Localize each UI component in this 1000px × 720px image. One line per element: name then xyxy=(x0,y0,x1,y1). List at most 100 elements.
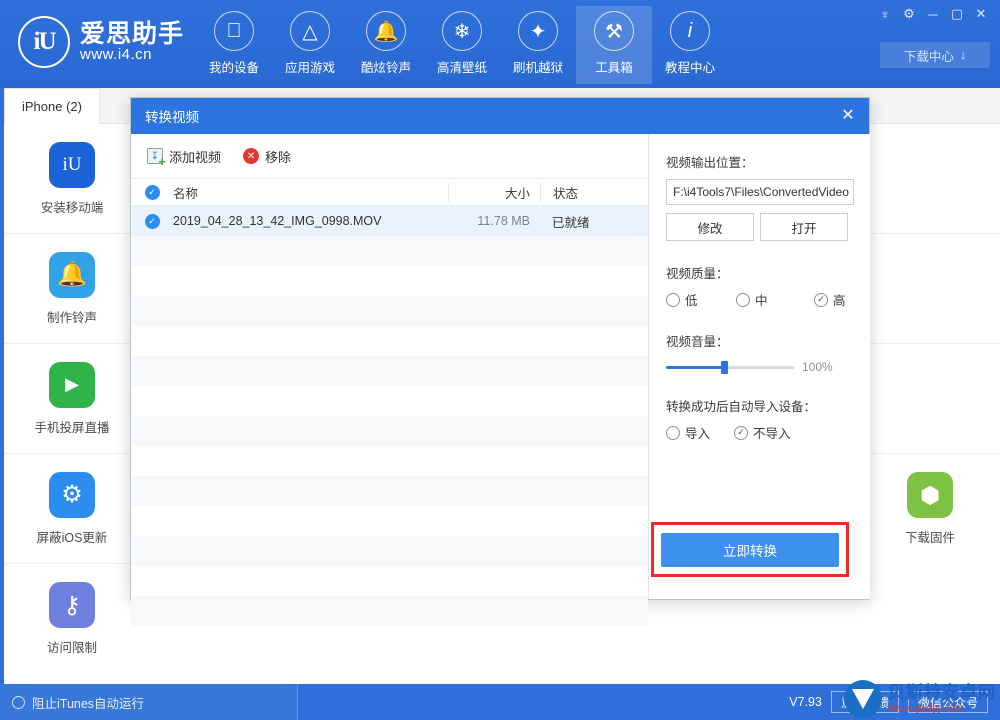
toolbox-right-column: ⬢ 下载固件 xyxy=(860,124,1000,684)
nav-item-ringtones[interactable]: 🔔 酷炫铃声 xyxy=(348,6,424,84)
tool-label: 下载固件 xyxy=(904,531,955,545)
ringtone-bell-icon: 🔔 xyxy=(49,251,95,298)
watermark-shape xyxy=(852,689,874,709)
nav-label: 酷炫铃声 xyxy=(360,61,411,75)
conversion-settings-panel: 视频输出位置： F:\i4Tools7\Files\ConvertedVideo… xyxy=(650,134,870,599)
column-header-size[interactable]: 大小 xyxy=(448,182,540,202)
tool-install-mobile[interactable]: iU 安装移动端 xyxy=(4,124,140,234)
video-quality-radios: 低 中 ✓ 高 xyxy=(666,290,854,309)
quality-option-high[interactable]: ✓ 高 xyxy=(814,290,846,309)
auto-import-option-no[interactable]: ✓ 不导入 xyxy=(734,423,791,442)
logo-name: 爱思助手 xyxy=(80,20,185,48)
logo-mark-icon: iU xyxy=(18,16,70,68)
checkmark-icon: ✓ xyxy=(144,184,160,200)
nav-item-toolbox[interactable]: ⚒ 工具箱 xyxy=(576,6,652,84)
list-empty-row xyxy=(131,446,648,476)
toolbox-left-column: iU 安装移动端 🔔 制作铃声 ▶ 手机投屏直播 ⚙ 屏蔽iOS更新 ⚷ 访问限… xyxy=(4,124,140,684)
radio-unchecked-icon xyxy=(12,695,25,709)
tool-label: 访问限制 xyxy=(46,641,97,655)
nav-label: 工具箱 xyxy=(595,61,633,75)
add-video-button[interactable]: ↧ 添加视频 xyxy=(147,147,222,168)
info-icon: i xyxy=(670,11,710,51)
nav-label: 高清壁纸 xyxy=(436,61,487,75)
firmware-box-icon: ⬢ xyxy=(907,472,953,518)
list-empty-row xyxy=(131,476,648,506)
tool-download-firmware[interactable]: ⬢ 下载固件 xyxy=(860,454,1000,564)
nav-item-wallpapers[interactable]: ❄ 高清壁纸 xyxy=(424,6,500,84)
app-header: iU 爱思助手 www.i4.cn  我的设备 △ 应用游戏 🔔 酷炫铃声 ❄… xyxy=(0,0,1000,88)
watermark-url: www.zjbstyy.com xyxy=(888,702,964,714)
auto-import-option-yes[interactable]: 导入 xyxy=(666,423,734,442)
tool-label: 手机投屏直播 xyxy=(34,420,110,435)
modify-path-button[interactable]: 修改 xyxy=(666,213,754,241)
list-empty-row xyxy=(131,536,648,566)
list-empty-row xyxy=(131,326,648,356)
list-empty-row xyxy=(131,266,648,296)
remove-label: 移除 xyxy=(265,149,292,165)
column-header-name[interactable]: 名称 xyxy=(173,183,448,202)
block-ios-update-icon: ⚙ xyxy=(49,471,95,518)
video-volume-label: 视频音量： xyxy=(666,335,729,349)
nav-item-my-device[interactable]:  我的设备 xyxy=(196,6,272,84)
nav-item-apps-games[interactable]: △ 应用游戏 xyxy=(272,6,348,84)
app-window: iU 爱思助手 www.i4.cn  我的设备 △ 应用游戏 🔔 酷炫铃声 ❄… xyxy=(0,0,1000,720)
row-checkbox[interactable]: ✓ xyxy=(131,213,173,229)
output-path-input[interactable]: F:\i4Tools7\Files\ConvertedVideo xyxy=(666,179,854,205)
radio-unchecked-icon xyxy=(666,292,680,307)
dialog-titlebar: 转换视频 ✕ xyxy=(131,98,869,134)
convert-video-dialog: 转换视频 ✕ ↧ 添加视频 ✕ 移除 ✓ xyxy=(130,97,870,626)
skin-icon[interactable]: ♆ xyxy=(874,4,896,24)
row-status: 已就绪 xyxy=(552,215,590,230)
tool-label: 屏蔽iOS更新 xyxy=(36,530,108,545)
table-row[interactable]: ✓ 2019_04_28_13_42_IMG_0998.MOV 11.78 MB… xyxy=(131,206,648,236)
nav-item-tutorials[interactable]: i 教程中心 xyxy=(652,6,728,84)
convert-now-button[interactable]: 立即转换 xyxy=(661,532,839,567)
add-video-label: 添加视频 xyxy=(169,149,222,165)
tool-make-ringtone[interactable]: 🔔 制作铃声 xyxy=(4,234,140,344)
nav-item-flash-jailbreak[interactable]: ✦ 刷机越狱 xyxy=(500,6,576,84)
download-icon: ↓ xyxy=(959,48,967,62)
list-empty-row xyxy=(131,356,648,386)
download-center-label: 下载中心 xyxy=(903,49,954,64)
bell-icon: 🔔 xyxy=(366,11,406,51)
block-itunes-toggle[interactable]: 阻止iTunes自动运行 xyxy=(0,693,144,712)
video-list-panel: ↧ 添加视频 ✕ 移除 ✓ 名称 大小 状态 xyxy=(131,134,649,626)
close-icon[interactable]: ✕ xyxy=(835,102,861,128)
quality-option-medium[interactable]: 中 xyxy=(736,290,814,309)
close-icon[interactable]: ✕ xyxy=(970,4,992,24)
download-center-button[interactable]: 下载中心 ↓ xyxy=(880,42,990,68)
nav-label: 刷机越狱 xyxy=(512,61,563,75)
open-path-button[interactable]: 打开 xyxy=(760,213,848,241)
auto-import-option-label: 不导入 xyxy=(753,427,791,441)
convert-button-highlight: 立即转换 xyxy=(651,522,849,577)
tool-access-restriction[interactable]: ⚷ 访问限制 xyxy=(4,564,140,674)
version-label: V7.93 xyxy=(789,695,822,709)
volume-slider[interactable]: 100% xyxy=(666,360,854,374)
maximize-icon[interactable]: ▢ xyxy=(946,4,968,24)
slider-track[interactable] xyxy=(666,360,794,374)
auto-import-section: 转换成功后自动导入设备： 导入 ✓ 不导入 xyxy=(666,396,854,442)
tab-iphone[interactable]: iPhone (2) xyxy=(4,88,100,124)
remove-video-button[interactable]: ✕ 移除 xyxy=(243,147,291,166)
tool-screen-cast[interactable]: ▶ 手机投屏直播 xyxy=(4,344,140,454)
select-all-checkbox[interactable]: ✓ xyxy=(131,184,173,200)
quality-option-low[interactable]: 低 xyxy=(666,290,736,309)
settings-gear-icon[interactable]: ⚙ xyxy=(898,4,920,24)
column-header-status[interactable]: 状态 xyxy=(540,182,648,202)
radio-checked-icon: ✓ xyxy=(734,425,748,440)
checkmark-icon: ✓ xyxy=(144,213,160,229)
minimize-icon[interactable]: ─ xyxy=(922,4,944,24)
i4-app-icon: iU xyxy=(49,141,95,188)
window-controls: ♆ ⚙ ─ ▢ ✕ xyxy=(874,4,992,24)
toolbox-icon: ⚒ xyxy=(594,11,634,51)
dialog-title: 转换视频 xyxy=(145,110,199,125)
add-file-icon: ↧ xyxy=(147,148,166,168)
toolbox-empty-slot xyxy=(860,124,1000,234)
dialog-body: ↧ 添加视频 ✕ 移除 ✓ 名称 大小 状态 xyxy=(131,134,870,626)
tool-block-ios-update[interactable]: ⚙ 屏蔽iOS更新 xyxy=(4,454,140,564)
list-header-row: ✓ 名称 大小 状态 xyxy=(131,178,648,206)
radio-unchecked-icon xyxy=(736,292,750,307)
slider-thumb[interactable] xyxy=(720,360,728,374)
list-toolbar: ↧ 添加视频 ✕ 移除 xyxy=(131,134,648,178)
watermark-name: 贝斯特安卓网 xyxy=(888,683,996,703)
